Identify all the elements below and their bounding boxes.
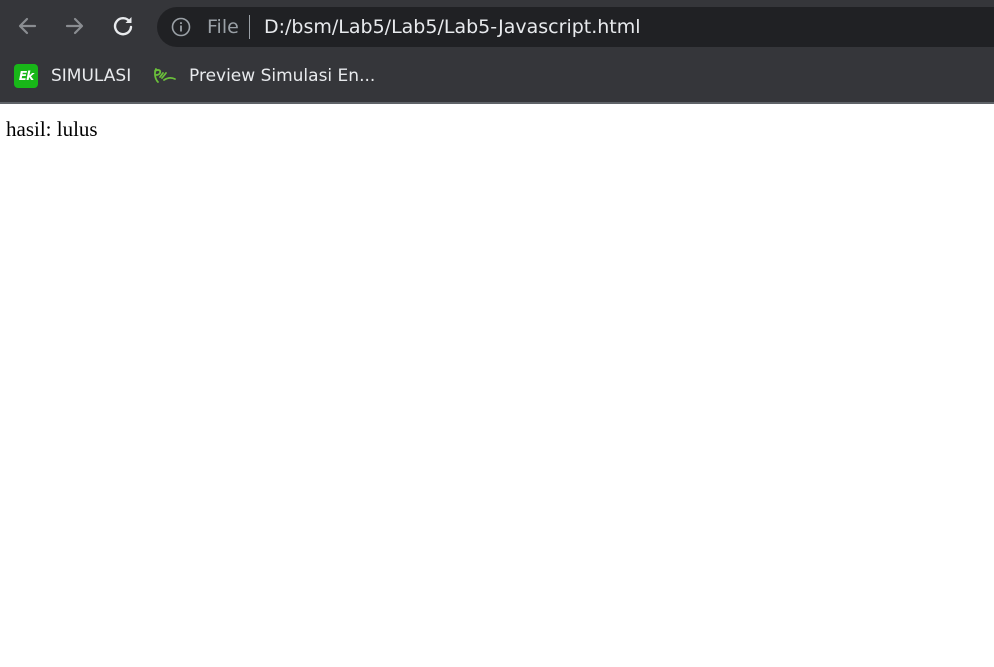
reload-icon xyxy=(113,17,133,36)
address-bar[interactable]: File D:/bsm/Lab5/Lab5/Lab5-Javascript.ht… xyxy=(157,7,994,47)
scheme-label: File xyxy=(207,16,239,38)
browser-chrome: File D:/bsm/Lab5/Lab5/Lab5-Javascript.ht… xyxy=(0,0,994,104)
back-arrow-icon xyxy=(18,17,37,35)
back-button[interactable] xyxy=(10,9,44,43)
bookmarks-bar: Ek SIMULASI Preview Simulasi En... xyxy=(0,54,994,102)
page-content: hasil: lulus xyxy=(0,104,994,667)
info-icon[interactable] xyxy=(171,17,191,37)
omnibox-divider xyxy=(249,15,250,39)
preview-simulasi-favicon-icon xyxy=(152,64,178,88)
forward-arrow-icon xyxy=(65,17,84,35)
reload-button[interactable] xyxy=(106,9,140,43)
result-text: hasil: lulus xyxy=(6,117,98,141)
forward-button[interactable] xyxy=(58,9,92,43)
simulasi-favicon-icon: Ek xyxy=(14,64,38,88)
bookmark-label: SIMULASI xyxy=(51,66,132,86)
url-text[interactable]: D:/bsm/Lab5/Lab5/Lab5-Javascript.html xyxy=(264,16,641,38)
bookmark-simulasi[interactable]: Ek SIMULASI xyxy=(14,62,131,90)
browser-toolbar: File D:/bsm/Lab5/Lab5/Lab5-Javascript.ht… xyxy=(0,0,994,54)
bookmark-label: Preview Simulasi En... xyxy=(189,66,376,86)
bookmark-preview-simulasi[interactable]: Preview Simulasi En... xyxy=(152,62,375,90)
